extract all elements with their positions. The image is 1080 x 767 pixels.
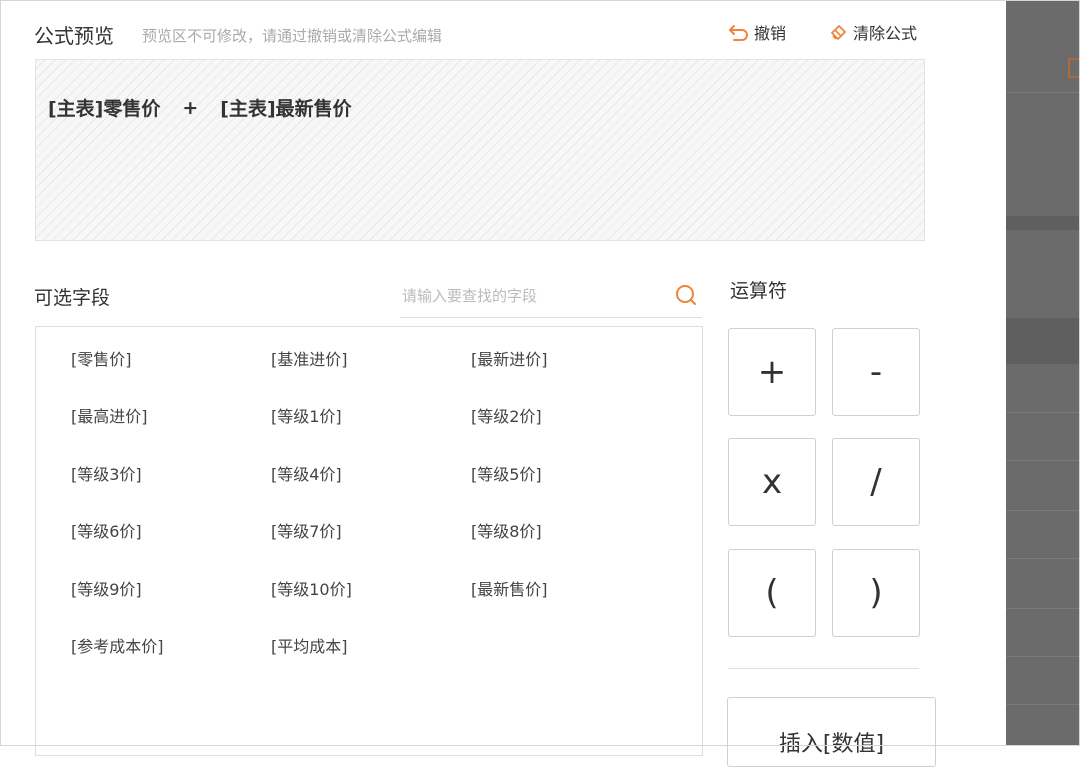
undo-arrow-icon bbox=[729, 25, 748, 41]
close-paren-button[interactable]: ) bbox=[832, 549, 920, 637]
insert-number-button[interactable]: 插入[数值] bbox=[727, 697, 936, 767]
operators-title: 运算符 bbox=[730, 280, 788, 302]
operator-divider bbox=[728, 668, 919, 669]
formula-editor-dialog: 公式预览 预览区不可修改，请通过撤销或清除公式编辑 撤销 清除公式 [主表]零售… bbox=[0, 0, 1006, 767]
multiply-operator-button[interactable]: x bbox=[728, 438, 816, 526]
undo-label: 撤销 bbox=[754, 24, 787, 43]
field-item[interactable]: [等级1价] bbox=[271, 403, 342, 427]
background-overlay bbox=[1006, 0, 1080, 746]
divide-operator-button[interactable]: / bbox=[832, 438, 920, 526]
field-item[interactable]: [等级4价] bbox=[271, 461, 342, 485]
undo-button[interactable]: 撤销 bbox=[728, 20, 786, 44]
field-item[interactable]: [平均成本] bbox=[271, 633, 348, 657]
field-item[interactable]: [等级8价] bbox=[471, 518, 542, 542]
search-icon[interactable] bbox=[673, 282, 699, 312]
calendar-icon bbox=[1068, 58, 1080, 78]
field-item[interactable]: [最新售价] bbox=[471, 576, 548, 600]
fields-title: 可选字段 bbox=[34, 287, 111, 309]
formula-expression: [主表]零售价 + [主表]最新售价 bbox=[48, 94, 352, 121]
preview-hint: 预览区不可修改，请通过撤销或清除公式编辑 bbox=[142, 27, 443, 45]
field-item[interactable]: [最新进价] bbox=[471, 346, 548, 370]
field-item[interactable]: [等级6价] bbox=[71, 518, 142, 542]
minus-operator-button[interactable]: - bbox=[832, 328, 920, 416]
preview-title: 公式预览 bbox=[34, 24, 114, 48]
clear-formula-label: 清除公式 bbox=[853, 24, 918, 43]
formula-operator: + bbox=[182, 96, 199, 119]
field-list: [零售价] [基准进价] [最新进价] [最高进价] [等级1价] [等级2价]… bbox=[35, 326, 703, 756]
eraser-icon bbox=[831, 25, 846, 40]
field-item[interactable]: [零售价] bbox=[71, 346, 132, 370]
field-item[interactable]: [等级7价] bbox=[271, 518, 342, 542]
field-item[interactable]: [基准进价] bbox=[271, 346, 348, 370]
field-item[interactable]: [等级2价] bbox=[471, 403, 542, 427]
field-item[interactable]: [等级10价] bbox=[271, 576, 352, 600]
field-item[interactable]: [等级5价] bbox=[471, 461, 542, 485]
field-search-input[interactable] bbox=[400, 280, 664, 312]
formula-preview-area: [主表]零售价 + [主表]最新售价 bbox=[35, 59, 925, 241]
formula-term: [主表]零售价 bbox=[48, 98, 161, 120]
open-paren-button[interactable]: ( bbox=[728, 549, 816, 637]
field-item[interactable]: [最高进价] bbox=[71, 403, 148, 427]
field-item[interactable]: [等级9价] bbox=[71, 576, 142, 600]
field-search bbox=[400, 278, 702, 318]
formula-term: [主表]最新售价 bbox=[220, 98, 352, 120]
plus-operator-button[interactable]: + bbox=[728, 328, 816, 416]
field-item[interactable]: [参考成本价] bbox=[71, 633, 164, 657]
clear-formula-button[interactable]: 清除公式 bbox=[829, 20, 917, 44]
field-item[interactable]: [等级3价] bbox=[71, 461, 142, 485]
